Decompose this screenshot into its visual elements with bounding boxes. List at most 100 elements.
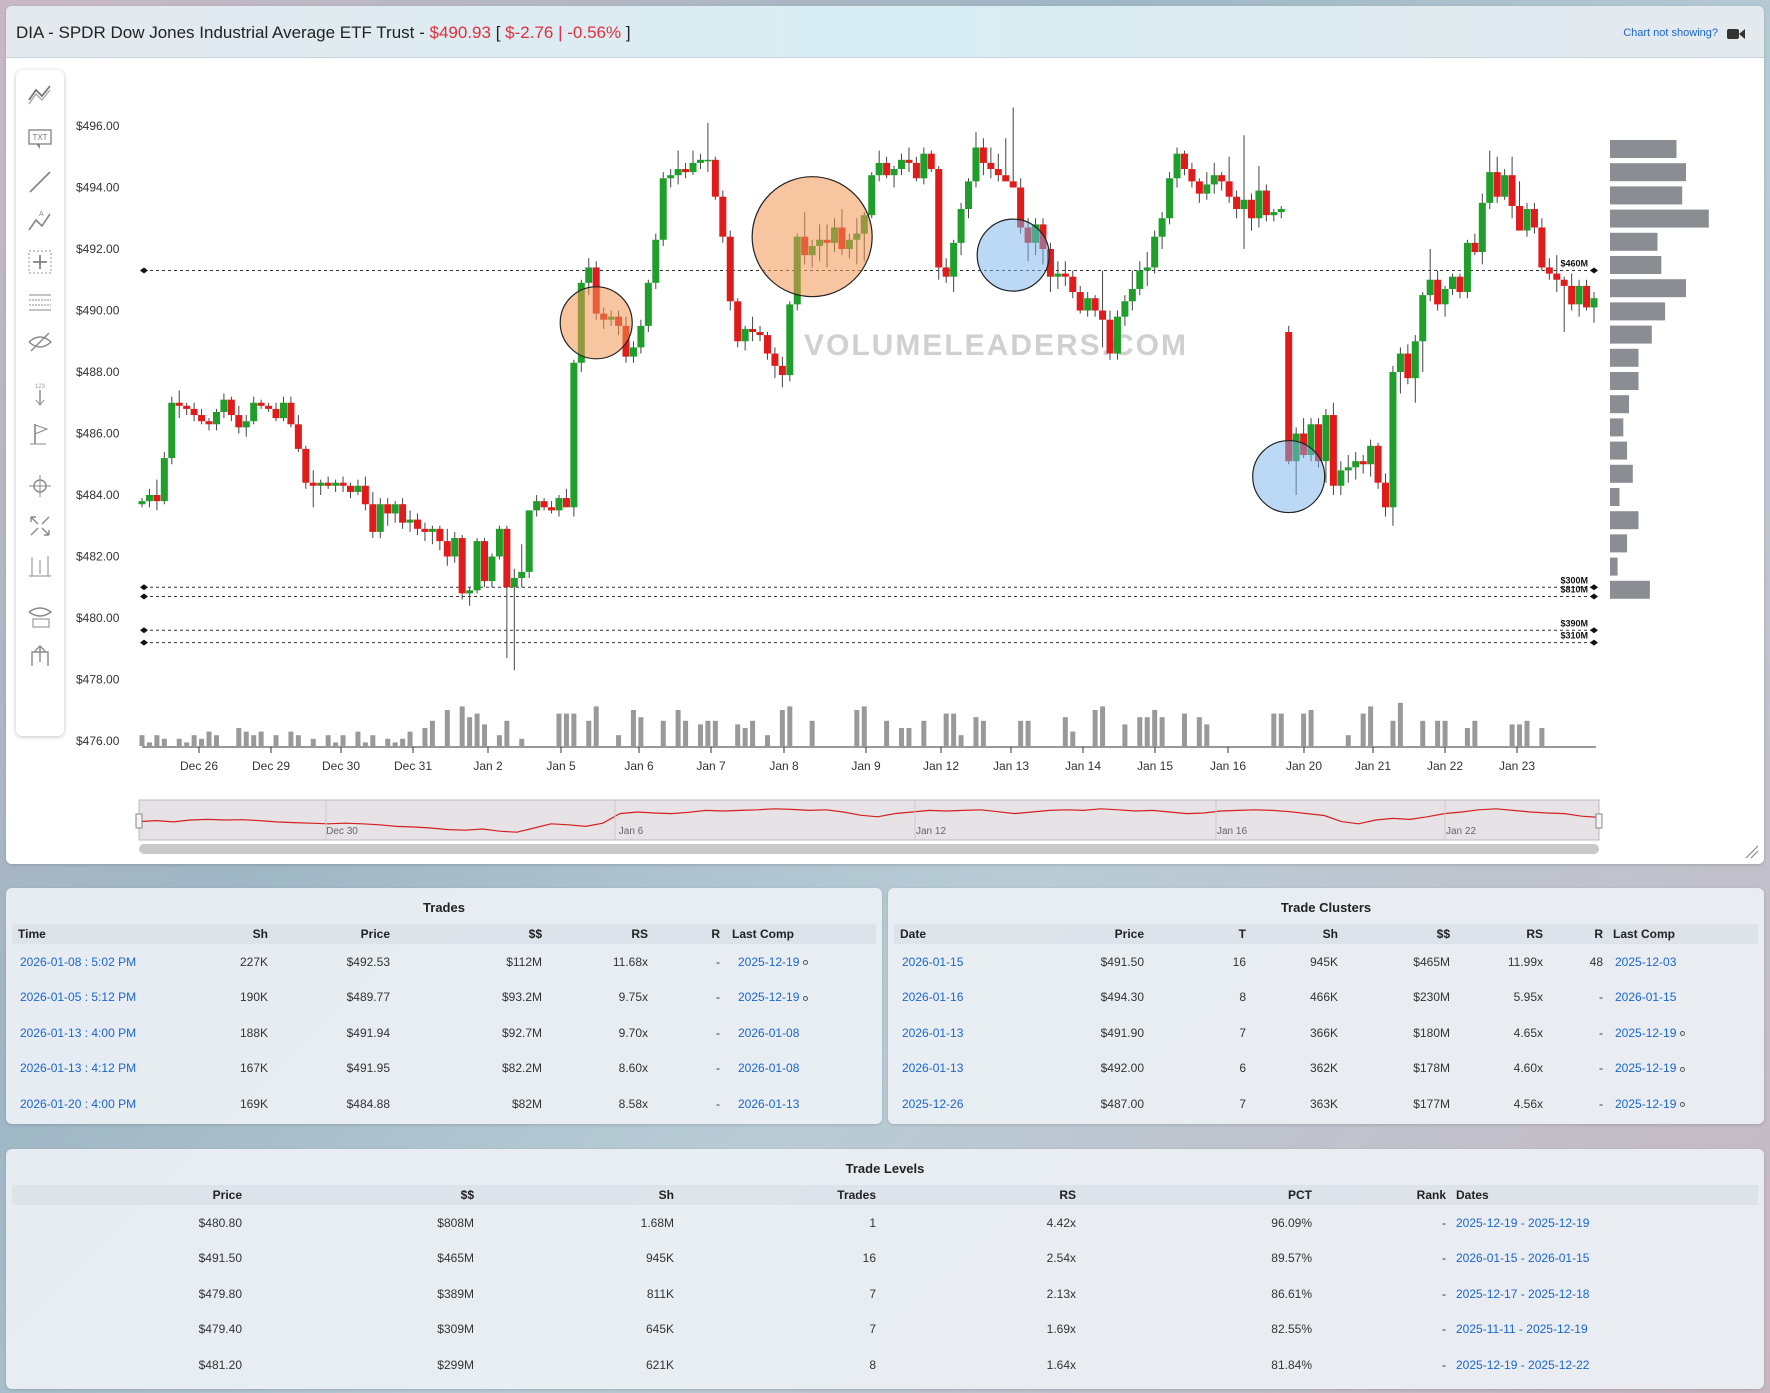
candle-body[interactable] [145, 495, 153, 502]
candle-body[interactable] [994, 169, 1002, 176]
candle-body[interactable] [421, 528, 429, 532]
col-price[interactable]: Price [1014, 924, 1144, 944]
candle-body[interactable] [570, 362, 578, 508]
candle-body[interactable] [1441, 288, 1449, 305]
candle-body[interactable] [1240, 199, 1248, 210]
cluster-row[interactable]: 2026-01-13 $491.90 7 366K $180M 4.65x -2025-12… [894, 1015, 1758, 1051]
candle-body[interactable] [1061, 273, 1069, 277]
navigator-scrollbar[interactable] [139, 844, 1599, 854]
trade-last-comp-link[interactable]: 2026-01-13 [738, 1097, 799, 1111]
candle-body[interactable] [1583, 285, 1591, 308]
col-rank[interactable]: Rank [1312, 1185, 1446, 1205]
candle-body[interactable] [369, 504, 377, 532]
candle-body[interactable] [950, 242, 958, 277]
candle-body[interactable] [257, 402, 265, 406]
trade-last-comp-link[interactable]: 2025-12-19 [738, 990, 799, 1004]
candle-body[interactable] [1493, 172, 1501, 197]
candle-body[interactable] [1099, 310, 1107, 320]
compare-ring-icon[interactable] [803, 995, 809, 1001]
col-trades[interactable]: Trades [674, 1185, 876, 1205]
candle-body[interactable] [629, 347, 637, 357]
candle-body[interactable] [1166, 178, 1174, 219]
col-dollars[interactable]: $$ [390, 924, 542, 944]
candle-body[interactable] [1538, 227, 1546, 268]
candle-body[interactable] [585, 267, 593, 283]
indicator-icon[interactable] [26, 552, 54, 580]
trade-bubble[interactable] [751, 176, 873, 298]
candle-body[interactable] [696, 159, 704, 163]
candle-body[interactable] [912, 162, 920, 179]
level-row[interactable]: $480.80 $808M 1.68M 1 4.42x 96.09% -2025-12-19… [12, 1205, 1758, 1241]
cluster-last-comp-link[interactable]: 2025-12-03 [1615, 955, 1676, 969]
candle-body[interactable] [324, 482, 332, 486]
candle-body[interactable] [160, 458, 168, 502]
candle-body[interactable] [987, 162, 995, 170]
chart-area[interactable]: VOLUMELEADERS.COM $496.00 $494.00 $492.00 $4… [6, 58, 1764, 864]
candle-body[interactable] [1575, 285, 1583, 305]
trade-row[interactable]: 2026-01-13 : 4:12 PM 167K $491.95 $82.2M 8.6… [12, 1051, 876, 1087]
candle-body[interactable] [1426, 279, 1434, 296]
candle-body[interactable] [659, 178, 667, 240]
candle-body[interactable] [704, 159, 712, 162]
candle-body[interactable] [384, 504, 392, 514]
cluster-date-link[interactable]: 2026-01-16 [902, 990, 963, 1004]
candle-body[interactable] [1590, 298, 1598, 308]
price-chart[interactable]: VOLUMELEADERS.COM $496.00 $494.00 $492.00 $4… [6, 58, 1764, 864]
cluster-date-link[interactable]: 2026-01-15 [902, 955, 963, 969]
flag-icon[interactable] [26, 420, 54, 448]
candle-body[interactable] [1411, 341, 1419, 379]
candle-body[interactable] [1009, 181, 1017, 188]
candle-body[interactable] [1463, 242, 1471, 293]
candle-body[interactable] [1508, 175, 1516, 206]
compare-ring-icon[interactable] [1680, 1031, 1686, 1037]
candle-body[interactable] [1173, 153, 1181, 179]
candle-body[interactable] [533, 501, 541, 511]
level-row[interactable]: $479.40 $309M 645K 7 1.69x 82.55% -2025-11-11 … [12, 1312, 1758, 1348]
candle-body[interactable] [399, 504, 407, 523]
level-dates-link[interactable]: 2025-11-11 - 2025-12-19 [1456, 1322, 1588, 1336]
candle-body[interactable] [168, 402, 176, 459]
candle-body[interactable] [354, 485, 362, 492]
cluster-last-comp-link[interactable]: 2026-01-15 [1615, 990, 1676, 1004]
text-icon[interactable]: TXT [26, 124, 54, 152]
candle-body[interactable] [689, 162, 697, 173]
candle-body[interactable] [183, 405, 191, 409]
trade-row[interactable]: 2026-01-20 : 4:00 PM 169K $484.88 $82M 8.58x… [12, 1086, 876, 1122]
cluster-row[interactable]: 2026-01-16 $494.30 8 466K $230M 5.95x -2026-01… [894, 980, 1758, 1016]
candle-body[interactable] [749, 328, 757, 333]
candle-body[interactable] [540, 501, 548, 508]
candle-body[interactable] [1382, 482, 1390, 508]
col-time[interactable]: Time [12, 924, 182, 944]
candle-body[interactable] [1471, 242, 1479, 253]
candle-body[interactable] [1523, 209, 1531, 231]
candle-body[interactable] [890, 169, 898, 176]
candle-body[interactable] [481, 541, 489, 582]
candle-body[interactable] [495, 528, 503, 557]
trade-bubble[interactable] [976, 218, 1050, 292]
candle-body[interactable] [667, 175, 675, 179]
candle-body[interactable] [376, 504, 384, 532]
candle-body[interactable] [1218, 175, 1226, 182]
col-sh[interactable]: Sh [182, 924, 268, 944]
candle-body[interactable] [905, 159, 913, 163]
cluster-last-comp-link[interactable]: 2025-12-19 [1615, 1061, 1676, 1075]
resize-grip-icon[interactable] [1745, 845, 1759, 859]
col-price[interactable]: Price [268, 924, 390, 944]
level-dates-link[interactable]: 2026-01-15 - 2026-01-15 [1456, 1251, 1589, 1265]
candle-body[interactable] [1560, 279, 1568, 286]
cluster-row[interactable]: 2026-01-13 $492.00 6 362K $178M 4.60x -2025-12… [894, 1051, 1758, 1087]
trade-time-link[interactable]: 2026-01-13 : 4:12 PM [20, 1061, 136, 1075]
cluster-last-comp-link[interactable]: 2025-12-19 [1615, 1097, 1676, 1111]
candle-body[interactable] [466, 590, 474, 594]
candle-body[interactable] [920, 153, 928, 179]
level-row[interactable]: $479.80 $389M 811K 7 2.13x 86.61% -2025-12-17 … [12, 1276, 1758, 1312]
compare-ring-icon[interactable] [1680, 1102, 1686, 1108]
candle-body[interactable] [1262, 190, 1270, 216]
candle-body[interactable] [1084, 298, 1092, 311]
candle-body[interactable] [339, 482, 347, 486]
candle-body[interactable] [279, 402, 287, 419]
trade-bubble[interactable] [559, 286, 633, 360]
candle-body[interactable] [1478, 202, 1486, 253]
candle-body[interactable] [391, 504, 399, 514]
candle-body[interactable] [1486, 172, 1494, 203]
